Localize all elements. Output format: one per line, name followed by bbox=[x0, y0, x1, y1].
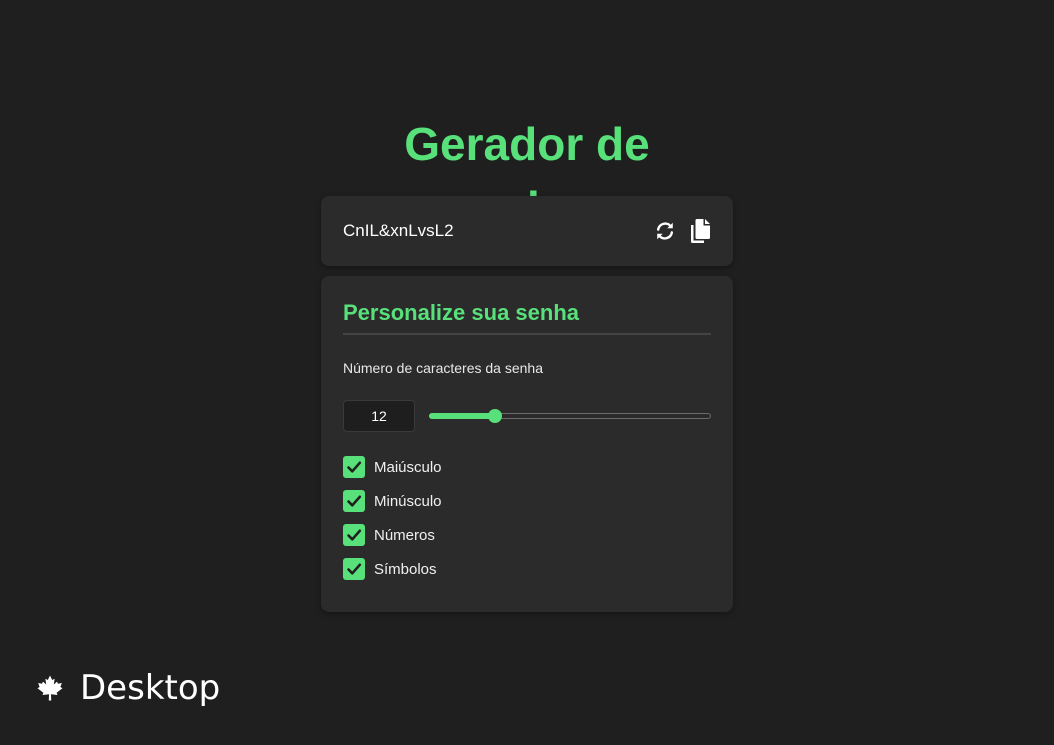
desktop-tag: Desktop bbox=[36, 668, 220, 708]
length-slider-fill bbox=[429, 413, 496, 419]
copy-button[interactable] bbox=[687, 218, 713, 244]
length-slider-thumb[interactable] bbox=[488, 409, 503, 423]
numbers-label: Números bbox=[374, 526, 435, 544]
option-symbols[interactable]: Símbolos bbox=[343, 558, 437, 580]
page: Gerador de senhas CnIL&xnLvsL2 Personali… bbox=[0, 0, 1054, 745]
settings-card: Personalize sua senha Número de caracter… bbox=[321, 276, 733, 612]
divider bbox=[343, 333, 711, 335]
password-card: CnIL&xnLvsL2 bbox=[321, 196, 733, 266]
length-input[interactable]: 12 bbox=[343, 400, 415, 432]
settings-title: Personalize sua senha bbox=[343, 300, 579, 325]
symbols-label: Símbolos bbox=[374, 560, 437, 578]
numbers-checkbox[interactable] bbox=[343, 524, 365, 546]
refresh-button[interactable] bbox=[652, 218, 678, 244]
check-icon bbox=[347, 495, 362, 507]
check-icon bbox=[347, 563, 362, 575]
length-label: Número de caracteres da senha bbox=[343, 360, 543, 376]
option-uppercase[interactable]: Maiúsculo bbox=[343, 456, 442, 478]
lowercase-label: Minúsculo bbox=[374, 492, 442, 510]
check-icon bbox=[347, 461, 362, 473]
symbols-checkbox[interactable] bbox=[343, 558, 365, 580]
lowercase-checkbox[interactable] bbox=[343, 490, 365, 512]
option-numbers[interactable]: Números bbox=[343, 524, 435, 546]
maple-leaf-icon bbox=[37, 675, 63, 701]
check-icon bbox=[347, 529, 362, 541]
uppercase-label: Maiúsculo bbox=[374, 458, 442, 476]
generated-password: CnIL&xnLvsL2 bbox=[343, 221, 454, 240]
uppercase-checkbox[interactable] bbox=[343, 456, 365, 478]
copy-icon bbox=[691, 219, 710, 243]
refresh-icon bbox=[656, 222, 674, 240]
option-lowercase[interactable]: Minúsculo bbox=[343, 490, 442, 512]
desktop-label: Desktop bbox=[80, 668, 221, 708]
